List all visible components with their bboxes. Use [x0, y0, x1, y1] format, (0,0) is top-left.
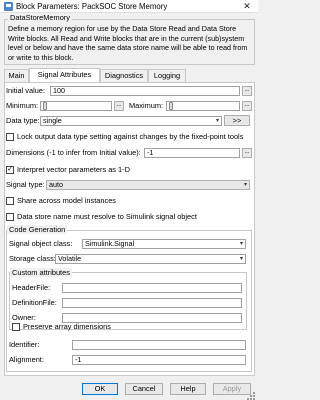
maximum-edit-button[interactable]: ... [242, 101, 252, 111]
initial-value-label: Initial value: [6, 86, 46, 95]
chevron-down-icon: ▾ [239, 241, 243, 247]
share-instances-checkbox[interactable] [6, 197, 14, 205]
signal-object-class-dropdown[interactable]: Simulink.Signal ▾ [82, 239, 246, 249]
initial-value-edit-button[interactable]: ... [242, 86, 252, 96]
description-group-title: DataStoreMemory [8, 13, 72, 22]
data-type-value: single [43, 116, 62, 125]
minimum-edit-button[interactable]: ... [114, 101, 124, 111]
signal-object-class-label: Signal object class: [9, 239, 73, 248]
ok-button[interactable]: OK [82, 383, 118, 395]
initial-value-field[interactable]: 100 [50, 86, 240, 96]
alignment-label: Alignment: [9, 355, 44, 364]
definition-file-label: DefinitionFile: [12, 298, 57, 307]
dimensions-edit-button[interactable]: ... [242, 148, 252, 158]
data-type-dropdown[interactable]: single ▾ [40, 116, 222, 126]
tab-main[interactable]: Main [4, 69, 29, 82]
apply-button[interactable]: Apply [213, 383, 251, 395]
tab-logging[interactable]: Logging [148, 69, 186, 82]
maximum-label: Maximum: [129, 101, 164, 110]
signal-type-value: auto [49, 180, 63, 189]
signal-type-dropdown[interactable]: auto ▾ [46, 180, 250, 190]
close-icon[interactable]: ✕ [241, 1, 253, 12]
resolve-signal-label: Data store name must resolve to Simulink… [17, 212, 197, 221]
resize-grip-icon[interactable] [247, 392, 255, 400]
interpret-vector-checkbox[interactable]: ✓ [6, 166, 14, 174]
help-button[interactable]: Help [170, 383, 206, 395]
alignment-field[interactable]: -1 [72, 355, 246, 365]
data-type-assistant-button[interactable]: >> [224, 115, 250, 126]
share-instances-label: Share across model instances [17, 196, 117, 205]
dimensions-field[interactable]: -1 [144, 148, 240, 158]
chevron-down-icon: ▾ [239, 256, 243, 262]
tab-signal-attributes[interactable]: Signal Attributes [29, 68, 100, 82]
block-description: Define a memory region for use by the Da… [8, 24, 248, 62]
storage-class-value: Volatile [58, 254, 82, 263]
lock-output-label: Lock output data type setting against ch… [17, 132, 244, 141]
storage-class-dropdown[interactable]: Volatile ▾ [55, 254, 246, 264]
data-type-label: Data type: [6, 116, 40, 125]
identifier-field[interactable] [72, 340, 246, 350]
tab-diagnostics[interactable]: Diagnostics [100, 69, 148, 82]
chevron-down-icon: ▾ [215, 118, 219, 124]
minimum-field[interactable]: [] [40, 101, 112, 111]
simulink-block-icon [4, 2, 13, 11]
resolve-signal-checkbox[interactable] [6, 213, 14, 221]
signal-type-label: Signal type: [6, 180, 45, 189]
maximum-field[interactable]: [] [166, 101, 240, 111]
minimum-label: Minimum: [6, 101, 39, 110]
storage-class-label: Storage class: [9, 254, 56, 263]
code-generation-title: Code Generation [7, 225, 68, 234]
title-bar: Block Parameters: PackSOC Store Memory ✕ [0, 0, 258, 13]
dimensions-label: Dimensions (-1 to infer from Initial val… [6, 148, 141, 157]
identifier-label: Identifier: [9, 340, 40, 349]
signal-object-class-value: Simulink.Signal [85, 239, 135, 248]
cancel-button[interactable]: Cancel [125, 383, 163, 395]
chevron-down-icon: ▾ [243, 182, 247, 188]
definition-file-field[interactable] [62, 298, 242, 308]
lock-output-checkbox[interactable] [6, 133, 14, 141]
header-file-field[interactable] [62, 283, 242, 293]
header-file-label: HeaderFile: [12, 283, 51, 292]
window-title: Block Parameters: PackSOC Store Memory [16, 2, 168, 11]
preserve-dims-label: Preserve array dimensions [23, 322, 111, 331]
custom-attributes-title: Custom attributes [10, 268, 72, 277]
preserve-dims-checkbox[interactable] [12, 323, 20, 331]
interpret-vector-label: Interpret vector parameters as 1-D [17, 165, 130, 174]
